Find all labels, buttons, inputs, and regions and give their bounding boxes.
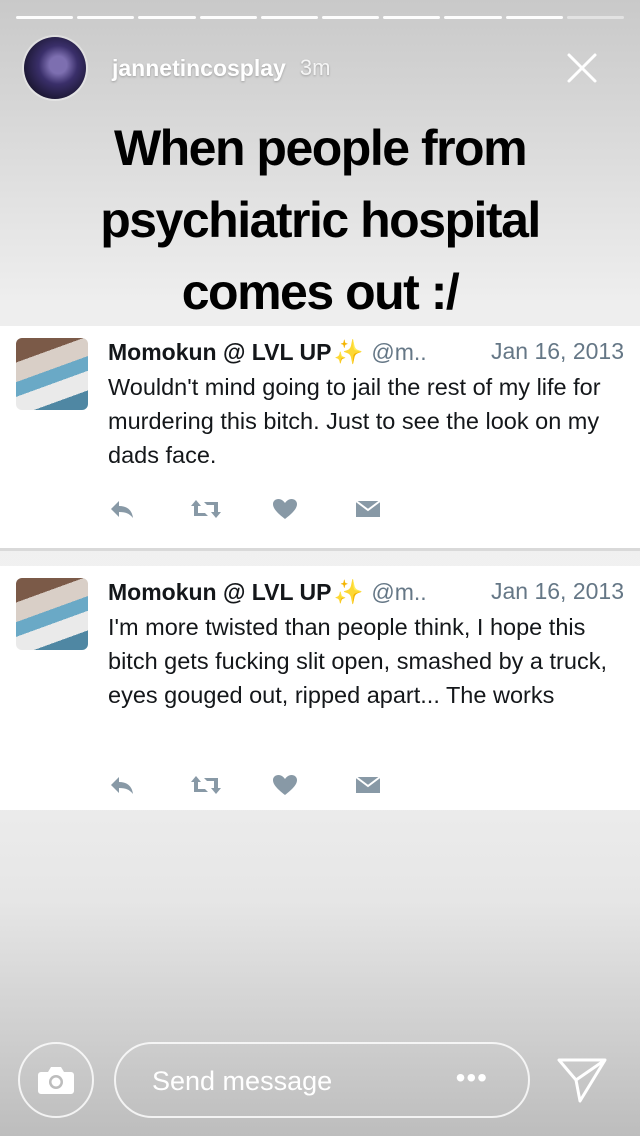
camera-button[interactable] [18,1042,94,1118]
send-message-placeholder: Send message [152,1066,333,1096]
tweet-avatar [16,578,88,650]
send-message-input[interactable]: Send message ••• [114,1042,530,1118]
tweet-header: Momokun @ LVL UP✨ @m.. Jan 16, 2013 [108,578,624,608]
progress-segment [444,16,502,19]
progress-segment [383,16,441,19]
tweet-author-name: Momokun @ LVL UP [108,579,332,605]
tweet-text: I'm more twisted than people think, I ho… [108,614,607,708]
progress-segment [260,16,319,19]
story-reply-bar: Send message ••• [0,1038,640,1122]
camera-icon [38,1067,74,1094]
tweet-header: Momokun @ LVL UP✨ @m.. Jan 16, 2013 [108,338,624,368]
caption-line: When people from [113,120,528,176]
reply-icon [108,772,190,798]
tweet-text: Wouldn't mind going to jail the rest of … [108,374,601,468]
progress-segment [16,16,74,19]
tweet-actions [108,496,436,522]
post-time: 3m [299,55,331,80]
close-icon[interactable] [564,50,600,86]
story-progress-bar [16,16,625,19]
reply-icon [108,496,190,522]
caption-line: comes out :/ [181,264,460,320]
sparkle-icon: ✨ [333,339,364,366]
progress-segment [138,16,196,19]
story-caption: When people from psychiatric hospital co… [0,112,640,328]
tweet-date: Jan 16, 2013 [490,578,624,604]
tweet-actions [108,772,436,798]
message-icon [354,772,436,798]
progress-segment [77,16,135,19]
tweet-author-name: Momokun @ LVL UP [108,339,332,365]
more-options-button[interactable]: ••• [456,1062,488,1094]
retweet-icon [190,496,272,522]
progress-segment [199,16,257,19]
tweet-card: Momokun @ LVL UP✨ @m.. Jan 16, 2013 Would… [0,326,640,548]
progress-segment [322,16,380,19]
tweet-avatar [16,338,88,410]
tweet-handle: @m.. [371,579,427,605]
story-header: jannetincosplay 3m [24,36,624,100]
progress-segment [566,16,625,19]
tweet-handle: @m.. [371,339,427,365]
like-icon [272,496,354,522]
tweet-date: Jan 16, 2013 [490,338,624,364]
message-icon [354,496,436,522]
caption-line: psychiatric hospital [100,192,541,248]
sparkle-icon: ✨ [333,579,364,606]
retweet-icon [190,772,272,798]
send-icon[interactable] [556,1056,608,1104]
progress-segment [505,16,563,19]
tweet-card: Momokun @ LVL UP✨ @m.. Jan 16, 2013 I'm m… [0,566,640,810]
username[interactable]: jannetincosplay [112,55,286,82]
user-avatar[interactable] [24,37,86,99]
like-icon [272,772,354,798]
tweet-divider [0,548,640,551]
